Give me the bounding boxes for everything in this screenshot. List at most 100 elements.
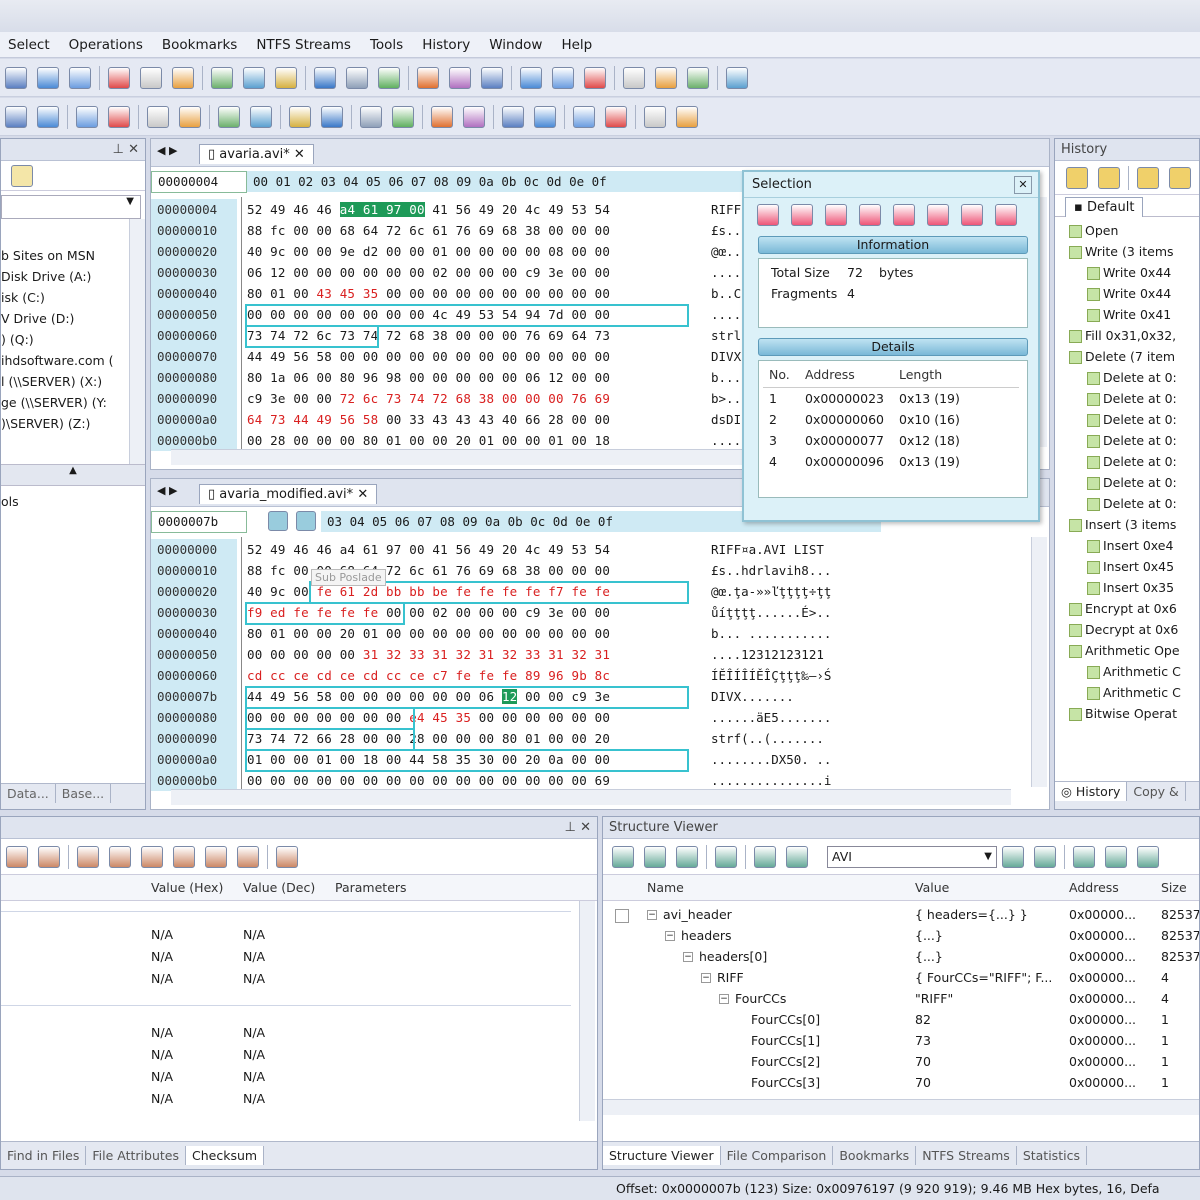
- checksum-cell[interactable]: N/A: [243, 949, 265, 964]
- structure-name[interactable]: headers[0]: [699, 949, 767, 964]
- details-cell[interactable]: 0x13 (19): [899, 454, 960, 469]
- structure-size[interactable]: 4: [1161, 970, 1169, 985]
- structure-value[interactable]: 70: [915, 1054, 931, 1069]
- details-col-header[interactable]: No.: [769, 367, 790, 382]
- structure-name[interactable]: headers: [681, 928, 732, 943]
- tab-checksum[interactable]: Checksum: [186, 1146, 265, 1165]
- checksum-cell[interactable]: N/A: [243, 971, 265, 986]
- tab-scroll-icon[interactable]: ◀ ▶: [157, 144, 177, 157]
- edit-icon[interactable]: [147, 105, 169, 128]
- structure-value[interactable]: 73: [915, 1033, 931, 1048]
- structure-address[interactable]: 0x00000...: [1069, 1012, 1136, 1027]
- structure-value[interactable]: { headers={...} }: [915, 907, 1028, 922]
- structure-value[interactable]: {...}: [915, 949, 943, 964]
- hex-row[interactable]: 00000040 80 01 00 00 20 01 00 00 00 00 00…: [151, 623, 851, 644]
- checksum-col-header[interactable]: Parameters: [335, 880, 407, 895]
- hex-row[interactable]: 00000010 88 fc 00 00 68 64 72 6c 61 76 69…: [151, 560, 851, 581]
- history-item[interactable]: Insert 0x45: [1103, 559, 1174, 574]
- structure-address[interactable]: 0x00000...: [1069, 1075, 1136, 1090]
- structure-address[interactable]: 0x00000...: [1069, 970, 1136, 985]
- structure-col-header[interactable]: Value: [915, 880, 949, 895]
- refresh-icon[interactable]: [38, 845, 60, 868]
- info-icon[interactable]: [687, 66, 709, 89]
- collapse-icon[interactable]: −: [701, 973, 711, 983]
- info-icon[interactable]: [1137, 845, 1159, 868]
- print-icon[interactable]: [141, 845, 163, 868]
- row-bytes[interactable]: 88 fc 00 00 68 64 72 6c 61 76 69 68 38 0…: [247, 220, 610, 241]
- image-icon[interactable]: [655, 66, 677, 89]
- select-icon[interactable]: [431, 105, 453, 128]
- checksum-col-header[interactable]: Value (Hex): [151, 880, 223, 895]
- cancel-icon[interactable]: [172, 66, 194, 89]
- history-item[interactable]: Delete (7 item: [1085, 349, 1175, 364]
- history-item[interactable]: Bitwise Operat: [1085, 706, 1177, 721]
- structure-size[interactable]: 825373: [1161, 949, 1199, 964]
- tab-file-comparison[interactable]: File Comparison: [721, 1146, 834, 1165]
- tab-avaria-modified[interactable]: ▯ avaria_modified.avi* ✕: [199, 484, 378, 504]
- vertical-scrollbar[interactable]: [1031, 537, 1047, 787]
- explorer-item[interactable]: b Sites on MSN: [1, 248, 95, 263]
- history-item[interactable]: Delete at 0:: [1103, 391, 1177, 406]
- history-item[interactable]: Decrypt at 0x6: [1085, 622, 1178, 637]
- folder-icon[interactable]: [11, 165, 33, 187]
- search-icon[interactable]: [321, 105, 343, 128]
- close-icon[interactable]: ✕: [128, 142, 139, 157]
- close-tab-icon[interactable]: ✕: [294, 147, 305, 162]
- checkbox[interactable]: [615, 909, 629, 923]
- export-icon[interactable]: [109, 845, 131, 868]
- structure-value[interactable]: 70: [915, 1075, 931, 1090]
- details-cell[interactable]: 0x00000060: [805, 412, 884, 427]
- warning-icon[interactable]: [726, 66, 748, 89]
- nav1-icon[interactable]: [754, 845, 776, 868]
- splitter[interactable]: ▲: [1, 464, 145, 486]
- collapse-icon[interactable]: −: [719, 994, 729, 1004]
- offset-input[interactable]: 0000007b: [151, 511, 247, 533]
- settings-icon[interactable]: [276, 845, 298, 868]
- export-icon[interactable]: [76, 105, 98, 128]
- sum2-icon[interactable]: [205, 845, 227, 868]
- checksum-cell[interactable]: N/A: [243, 1047, 265, 1062]
- save-all-icon[interactable]: [37, 66, 59, 89]
- history-item[interactable]: Encrypt at 0x6: [1085, 601, 1177, 616]
- history-item[interactable]: Delete at 0:: [1103, 496, 1177, 511]
- tree1-icon[interactable]: [644, 845, 666, 868]
- structure-value[interactable]: 82: [915, 1012, 931, 1027]
- structure-hscroll[interactable]: [603, 1099, 1199, 1115]
- checksum-cell[interactable]: N/A: [151, 927, 173, 942]
- explorer-item[interactable]: ) (Q:): [1, 332, 34, 347]
- sum-icon[interactable]: [173, 845, 195, 868]
- close-icon[interactable]: ✕: [580, 820, 591, 835]
- checksum-cell[interactable]: N/A: [151, 1025, 173, 1040]
- color2-icon[interactable]: [1105, 845, 1127, 868]
- row-bytes[interactable]: 06 12 00 00 00 00 00 00 02 00 00 00 c9 3…: [247, 262, 610, 283]
- color1-icon[interactable]: [1073, 845, 1095, 868]
- explorer-item[interactable]: )\SERVER) (Z:): [1, 416, 90, 431]
- tab-copy[interactable]: Copy &: [1127, 782, 1186, 801]
- tab-avaria[interactable]: ▯ avaria.avi* ✕: [199, 144, 314, 164]
- details-col-header[interactable]: Length: [899, 367, 942, 382]
- structure-address[interactable]: 0x00000...: [1069, 991, 1136, 1006]
- paste-block-icon[interactable]: [218, 105, 240, 128]
- structure-name[interactable]: FourCCs: [735, 991, 786, 1006]
- explorer-item[interactable]: V Drive (D:): [1, 311, 74, 326]
- menu-history[interactable]: History: [422, 37, 470, 53]
- checksum-cell[interactable]: N/A: [151, 1069, 173, 1084]
- redo-icon[interactable]: [1098, 166, 1120, 189]
- new-icon[interactable]: [5, 105, 27, 128]
- nav-jump-icon[interactable]: [296, 511, 316, 531]
- details-cell[interactable]: 0x12 (18): [899, 433, 960, 448]
- explorer-item[interactable]: isk (C:): [1, 290, 45, 305]
- structure-name[interactable]: FourCCs[1]: [751, 1033, 820, 1048]
- copy-icon[interactable]: [77, 845, 99, 868]
- details-cell[interactable]: 0x00000077: [805, 433, 884, 448]
- tab-bookmarks[interactable]: Bookmarks: [833, 1146, 917, 1165]
- history-item[interactable]: Write 0x41: [1103, 307, 1171, 322]
- print-icon[interactable]: [69, 66, 91, 89]
- structure-col-header[interactable]: Address: [1069, 880, 1119, 895]
- history-item[interactable]: Write 0x44: [1103, 265, 1171, 280]
- history-item[interactable]: Write 0x44: [1103, 286, 1171, 301]
- paste-icon[interactable]: [140, 66, 162, 89]
- cut-icon[interactable]: [250, 105, 272, 128]
- view-hex-icon[interactable]: [243, 66, 265, 89]
- collapse-icon[interactable]: −: [665, 931, 675, 941]
